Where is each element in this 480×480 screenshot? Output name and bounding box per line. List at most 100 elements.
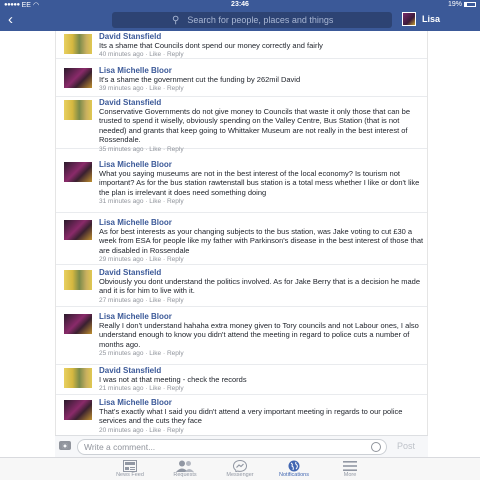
reply-link[interactable]: Reply bbox=[167, 427, 184, 434]
avatar[interactable] bbox=[64, 34, 92, 54]
avatar[interactable] bbox=[64, 270, 92, 290]
avatar[interactable] bbox=[64, 68, 92, 88]
bottom-tab-bar: News Feed Requests Messenger Notificatio… bbox=[0, 457, 480, 480]
profile-name[interactable]: Lisa bbox=[422, 14, 440, 24]
avatar[interactable] bbox=[64, 220, 92, 240]
tab-messenger[interactable]: Messenger bbox=[210, 460, 270, 479]
tab-more[interactable]: More bbox=[320, 460, 380, 479]
reply-link[interactable]: Reply bbox=[167, 85, 184, 92]
comment-item: Lisa Michelle Bloor It's a shame the gov… bbox=[56, 65, 427, 97]
comment-composer: Post bbox=[55, 435, 428, 457]
reply-link[interactable]: Reply bbox=[167, 256, 184, 263]
comment-item: Lisa Michelle Bloor That's exactly what … bbox=[56, 397, 427, 435]
comment-time: 35 minutes ago bbox=[99, 145, 144, 153]
like-link[interactable]: Like bbox=[149, 256, 161, 263]
comment-time: 39 minutes ago bbox=[99, 85, 144, 93]
comment-author[interactable]: David Stansfield bbox=[99, 366, 424, 375]
comment-text: Really I don't understand hahaha extra m… bbox=[99, 321, 419, 349]
comment-item: David Stansfield Obviously you dont unde… bbox=[56, 267, 427, 307]
comment-input[interactable] bbox=[77, 439, 387, 455]
comment-meta: 40 minutes ago · Like · Reply bbox=[99, 51, 184, 59]
comment-time: 20 minutes ago bbox=[99, 426, 144, 434]
avatar[interactable] bbox=[64, 162, 92, 182]
comment-meta: 35 minutes ago · Like · Reply bbox=[99, 145, 184, 153]
top-nav-bar: ‹ ⚲ Lisa bbox=[0, 9, 480, 31]
comment-meta: 21 minutes ago · Like · Reply bbox=[99, 385, 184, 393]
post-button[interactable]: Post bbox=[397, 441, 415, 451]
avatar[interactable] bbox=[64, 400, 92, 420]
tab-requests[interactable]: Requests bbox=[155, 460, 215, 479]
search-icon: ⚲ bbox=[172, 14, 180, 26]
comment-author[interactable]: David Stansfield bbox=[99, 98, 424, 107]
comment-author[interactable]: Lisa Michelle Bloor bbox=[99, 312, 424, 321]
comment-item: Lisa Michelle Bloor What you saying muse… bbox=[56, 159, 427, 213]
tab-label: Messenger bbox=[226, 472, 254, 478]
search-input[interactable] bbox=[187, 15, 338, 25]
like-link[interactable]: Like bbox=[149, 146, 161, 153]
reply-link[interactable]: Reply bbox=[167, 385, 184, 392]
like-link[interactable]: Like bbox=[149, 385, 161, 392]
news-feed-icon bbox=[123, 460, 137, 472]
comment-author[interactable]: Lisa Michelle Bloor bbox=[99, 398, 424, 407]
tab-notifications[interactable]: Notifications bbox=[264, 460, 324, 479]
profile-button[interactable]: Lisa bbox=[402, 12, 440, 26]
tab-label: News Feed bbox=[116, 472, 144, 478]
comment-text: Obviously you dont understand the politi… bbox=[99, 277, 421, 296]
clock: 23:46 bbox=[231, 1, 249, 8]
battery-status: 19% bbox=[448, 1, 476, 8]
globe-icon bbox=[288, 460, 300, 472]
comment-time: 29 minutes ago bbox=[99, 256, 144, 264]
comment-time: 40 minutes ago bbox=[99, 51, 144, 59]
requests-icon bbox=[176, 460, 194, 472]
like-link[interactable]: Like bbox=[149, 350, 161, 357]
comment-thread[interactable]: David Stansfield Its a shame that Counci… bbox=[55, 31, 428, 435]
comment-time: 25 minutes ago bbox=[99, 350, 144, 358]
comment-meta: 29 minutes ago · Like · Reply bbox=[99, 256, 184, 264]
comment-meta: 27 minutes ago · Like · Reply bbox=[99, 296, 184, 304]
comment-item: David Stansfield I was not at that meeti… bbox=[56, 365, 427, 395]
back-arrow-icon[interactable]: ‹ bbox=[8, 12, 13, 27]
reply-link[interactable]: Reply bbox=[167, 51, 184, 58]
comment-text: I was not at that meeting - check the re… bbox=[99, 375, 247, 384]
comment-text: What you saying museums are not in the b… bbox=[99, 169, 420, 197]
reply-link[interactable]: Reply bbox=[167, 198, 184, 205]
comment-item: Lisa Michelle Bloor As for best interest… bbox=[56, 217, 427, 265]
messenger-icon bbox=[233, 460, 247, 472]
like-link[interactable]: Like bbox=[149, 51, 161, 58]
comment-meta: 25 minutes ago · Like · Reply bbox=[99, 350, 184, 358]
comment-author[interactable]: Lisa Michelle Bloor bbox=[99, 160, 424, 169]
reply-link[interactable]: Reply bbox=[167, 146, 184, 153]
comment-meta: 39 minutes ago · Like · Reply bbox=[99, 85, 184, 93]
sticker-icon[interactable] bbox=[371, 442, 381, 452]
like-link[interactable]: Like bbox=[149, 297, 161, 304]
comment-text: That's exactly what I said you didn't at… bbox=[99, 407, 403, 426]
like-link[interactable]: Like bbox=[149, 85, 161, 92]
avatar[interactable] bbox=[64, 100, 92, 120]
comment-author[interactable]: David Stansfield bbox=[99, 32, 424, 41]
status-bar: ●●●●● EE ◠ 23:46 19% bbox=[0, 0, 480, 9]
avatar[interactable] bbox=[64, 314, 92, 334]
comment-text: Conservative Governments do not give mon… bbox=[99, 107, 411, 145]
avatar[interactable] bbox=[402, 12, 416, 26]
comment-meta: 20 minutes ago · Like · Reply bbox=[99, 426, 184, 434]
comment-item: Lisa Michelle Bloor Really I don't under… bbox=[56, 311, 427, 365]
search-bar[interactable]: ⚲ bbox=[112, 12, 392, 28]
camera-icon[interactable] bbox=[59, 441, 71, 450]
comment-author[interactable]: Lisa Michelle Bloor bbox=[99, 66, 424, 75]
battery-icon bbox=[464, 2, 476, 7]
comment-author[interactable]: Lisa Michelle Bloor bbox=[99, 218, 424, 227]
comment-item: David Stansfield Conservative Government… bbox=[56, 97, 427, 153]
tab-news-feed[interactable]: News Feed bbox=[100, 460, 160, 479]
reply-link[interactable]: Reply bbox=[167, 297, 184, 304]
comment-author[interactable]: David Stansfield bbox=[99, 268, 424, 277]
tab-label: Notifications bbox=[279, 472, 309, 478]
avatar[interactable] bbox=[64, 368, 92, 388]
comment-text: As for best interests as your changing s… bbox=[99, 227, 424, 255]
tab-label: Requests bbox=[173, 472, 197, 478]
like-link[interactable]: Like bbox=[149, 198, 161, 205]
comment-item: David Stansfield Its a shame that Counci… bbox=[56, 31, 427, 59]
like-link[interactable]: Like bbox=[149, 427, 161, 434]
reply-link[interactable]: Reply bbox=[167, 350, 184, 357]
comment-text: Its a shame that Councils dont spend our… bbox=[99, 41, 323, 50]
comment-time: 21 minutes ago bbox=[99, 385, 144, 393]
